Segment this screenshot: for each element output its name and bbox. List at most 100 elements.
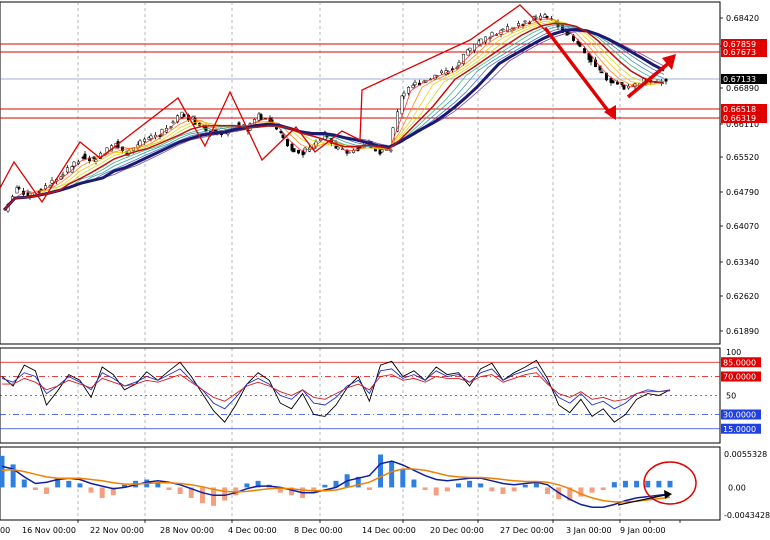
candle-body[interactable] xyxy=(72,161,76,167)
price-tick-label: 0.63340 xyxy=(726,258,759,267)
candle-body[interactable] xyxy=(622,85,626,90)
macd-histogram-bar[interactable] xyxy=(467,480,473,488)
macd-histogram-bar[interactable] xyxy=(411,479,417,488)
macd-histogram-bar[interactable] xyxy=(66,480,72,488)
time-label: 9 Jan 00:00 xyxy=(620,526,666,535)
candle-body[interactable] xyxy=(490,32,494,37)
candle-body[interactable] xyxy=(380,149,384,153)
candle-body[interactable] xyxy=(583,48,586,54)
time-label: 3 Jan 00:00 xyxy=(566,526,612,535)
macd-histogram-bar[interactable] xyxy=(522,484,528,488)
macd-histogram-bar[interactable] xyxy=(99,487,105,498)
macd-histogram-bar[interactable] xyxy=(222,487,228,501)
price-tick-label: 0.61890 xyxy=(726,327,759,336)
candle-body[interactable] xyxy=(61,174,65,176)
macd-histogram-bar[interactable] xyxy=(400,468,406,488)
candle-body[interactable] xyxy=(297,149,300,154)
candle-body[interactable] xyxy=(402,92,406,97)
candle-body[interactable] xyxy=(17,187,21,189)
macd-bottom-label: -0.0043428 xyxy=(724,511,770,520)
price-tick-label: 0.64790 xyxy=(726,188,759,197)
time-label: 28 Nov 00:00 xyxy=(160,526,214,535)
macd-histogram-bar[interactable] xyxy=(489,487,495,492)
macd-histogram-bar[interactable] xyxy=(600,487,606,491)
macd-histogram-bar[interactable] xyxy=(545,487,551,494)
macd-histogram-bar[interactable] xyxy=(21,479,27,488)
candle-body[interactable] xyxy=(347,151,351,154)
trading-chart[interactable]: 0.684200.676000.668900.661100.655200.647… xyxy=(0,0,770,540)
candle-body[interactable] xyxy=(158,135,162,137)
candle-body[interactable] xyxy=(389,149,393,152)
macd-histogram-bar[interactable] xyxy=(645,480,651,488)
candle-body[interactable] xyxy=(468,47,472,51)
candle-body[interactable] xyxy=(411,85,415,88)
price-tick-label: 0.62620 xyxy=(726,292,759,301)
candle-body[interactable] xyxy=(259,114,263,120)
candle-body[interactable] xyxy=(94,159,98,162)
candle-body[interactable] xyxy=(589,55,593,63)
time-label: 27 Dec 00:00 xyxy=(500,526,554,535)
candle-body[interactable] xyxy=(171,121,175,124)
current-price-label: 0.67133 xyxy=(723,75,756,84)
macd-histogram-bar[interactable] xyxy=(455,483,461,488)
macd-histogram-bar[interactable] xyxy=(88,487,94,493)
candle-body[interactable] xyxy=(204,126,208,132)
candle-body[interactable] xyxy=(440,70,443,74)
macd-histogram-bar[interactable] xyxy=(422,487,428,491)
macd-histogram-bar[interactable] xyxy=(500,487,506,494)
macd-histogram-bar[interactable] xyxy=(589,487,595,493)
macd-histogram-bar[interactable] xyxy=(155,483,161,488)
level-label: 0.67673 xyxy=(723,48,756,57)
macd-histogram-bar[interactable] xyxy=(378,454,384,488)
macd-histogram-bar[interactable] xyxy=(366,487,372,491)
macd-histogram-bar[interactable] xyxy=(622,480,628,488)
macd-histogram-bar[interactable] xyxy=(478,483,484,488)
candle-body[interactable] xyxy=(336,146,340,150)
macd-histogram-bar[interactable] xyxy=(244,483,250,488)
macd-histogram-bar[interactable] xyxy=(77,483,83,488)
candle-body[interactable] xyxy=(600,71,604,74)
candle-body[interactable] xyxy=(545,15,549,18)
candle-body[interactable] xyxy=(182,114,186,117)
level-label: 0.66319 xyxy=(723,114,756,123)
candle-body[interactable] xyxy=(66,167,69,173)
macd-histogram-bar[interactable] xyxy=(656,480,662,488)
macd-histogram-bar[interactable] xyxy=(511,487,517,492)
candle-body[interactable] xyxy=(286,139,289,147)
candle-body[interactable] xyxy=(83,153,87,160)
time-label-partial: 00 xyxy=(0,526,10,535)
candle-body[interactable] xyxy=(143,138,146,142)
macd-histogram-bar[interactable] xyxy=(32,487,38,491)
macd-histogram-bar[interactable] xyxy=(667,480,673,488)
candle-body[interactable] xyxy=(281,134,285,139)
osc-top-label: 100 xyxy=(726,348,741,357)
macd-histogram-bar[interactable] xyxy=(44,487,50,494)
candle-body[interactable] xyxy=(400,95,404,115)
macd-histogram-bar[interactable] xyxy=(166,487,172,491)
macd-histogram-bar[interactable] xyxy=(0,455,5,488)
macd-histogram-bar[interactable] xyxy=(634,480,640,488)
candle-body[interactable] xyxy=(664,78,668,82)
macd-histogram-bar[interactable] xyxy=(177,487,183,494)
macd-histogram-bar[interactable] xyxy=(322,484,328,488)
candle-body[interactable] xyxy=(413,81,417,86)
candle-body[interactable] xyxy=(479,38,483,45)
macd-histogram-bar[interactable] xyxy=(444,487,450,492)
macd-histogram-bar[interactable] xyxy=(199,487,205,504)
macd-histogram-bar[interactable] xyxy=(433,487,439,496)
time-label: 20 Dec 00:00 xyxy=(430,526,484,535)
candle-body[interactable] xyxy=(407,87,410,94)
candle-body[interactable] xyxy=(50,180,54,184)
candle-body[interactable] xyxy=(501,28,505,31)
candle-body[interactable] xyxy=(149,135,153,139)
macd-histogram-bar[interactable] xyxy=(389,461,395,488)
candle-body[interactable] xyxy=(523,20,527,23)
candle-body[interactable] xyxy=(517,23,520,26)
time-label: 14 Dec 00:00 xyxy=(362,526,416,535)
osc-level-label: 15.0000 xyxy=(723,425,756,434)
macd-histogram-bar[interactable] xyxy=(611,482,617,488)
candle-body[interactable] xyxy=(138,140,142,147)
candle-body[interactable] xyxy=(534,16,538,19)
candle-body[interactable] xyxy=(611,80,615,84)
candle-body[interactable] xyxy=(292,148,296,153)
